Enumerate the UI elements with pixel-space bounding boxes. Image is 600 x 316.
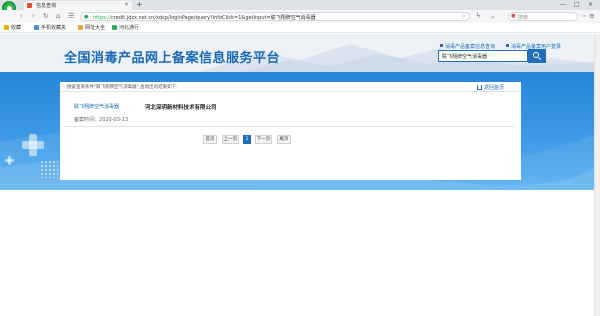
menu-icon[interactable]: ≡ <box>589 12 595 21</box>
back-icon[interactable]: ‹ <box>20 11 23 21</box>
url-protocol: https:// <box>93 15 111 21</box>
maximize-icon[interactable]: □ <box>574 0 580 9</box>
forward-icon[interactable]: › <box>32 11 35 21</box>
back-home-link[interactable]: 返回首页 <box>477 84 504 91</box>
search-engine-icon: ● <box>511 13 516 19</box>
refresh-icon[interactable]: ↻ <box>43 11 49 21</box>
new-tab-icon[interactable]: + <box>136 0 143 10</box>
minimize-icon[interactable]: — <box>560 0 566 9</box>
result-product-name[interactable]: 联飞翔牌空气消毒器 <box>74 103 119 110</box>
result-company-name: 河北深玥新材料技术有限公司 <box>145 105 217 111</box>
folder-icon <box>112 25 117 30</box>
bookmark-sites[interactable]: 网址大全 <box>78 24 105 32</box>
page-prev-button[interactable]: 上一页 <box>222 135 239 144</box>
page-next-button[interactable]: 下一页 <box>255 135 272 144</box>
bookmark-star-icon[interactable]: ☆ <box>461 13 466 20</box>
search-placeholder: 搜索 <box>518 15 529 21</box>
lock-icon: ● <box>84 14 89 20</box>
url-field[interactable]: ● https://credit.jdzx.net.cn/xdcp/loginP… <box>80 12 470 21</box>
link-product-query[interactable]: 消毒产品备案信息查询 <box>440 43 495 50</box>
site-search-input[interactable]: 联飞翔牌空气消毒器 <box>438 50 528 62</box>
tab-title: 信息查询 <box>36 3 57 9</box>
browser-search-input[interactable]: ● 搜索 <box>508 12 578 21</box>
bookmark-mobile[interactable]: 手机收藏夹 <box>34 24 66 32</box>
extensions-icon[interactable]: ⋯ <box>581 12 588 21</box>
page-first-button[interactable]: 首页 <box>203 135 217 144</box>
tab-favicon-icon <box>27 3 32 8</box>
url-text: credit.jdzx.net.cn/xdcp/loginPage/query?… <box>110 15 316 21</box>
medical-cross-small-icon <box>5 156 14 165</box>
site-search-button[interactable] <box>528 49 546 63</box>
site-title: 全国消毒产品网上备案信息服务平台 <box>64 51 281 66</box>
close-window-icon[interactable]: ✕ <box>588 0 593 9</box>
result-date: 备案时间：2020-03-13 <box>74 116 128 123</box>
dot-pattern <box>40 160 58 178</box>
medical-cross-icon <box>22 134 44 156</box>
dropdown-icon[interactable]: ⌄ <box>490 11 496 21</box>
home-icon <box>477 85 482 90</box>
mobile-icon <box>34 25 39 30</box>
search-notice: 搜索查询条件"联飞翔牌空气消毒器",查询出的结果如下: <box>67 85 178 90</box>
divider <box>64 126 514 127</box>
page-last-button[interactable]: 尾页 <box>277 135 291 144</box>
page-scrollbar[interactable] <box>594 34 600 316</box>
home-icon[interactable]: ⌂ <box>56 11 60 21</box>
date-label: 备案时间： <box>74 117 100 123</box>
sites-icon <box>78 25 83 30</box>
bookmark-hebei[interactable]: 河北通行 <box>112 24 139 32</box>
tab-close-icon[interactable]: × <box>124 1 129 8</box>
star-icon <box>4 25 9 30</box>
bullet-icon <box>506 44 509 47</box>
browser-tab[interactable]: 信息查询 × <box>24 1 132 10</box>
bullet-icon <box>440 44 443 47</box>
bookmark-favorites[interactable]: 收藏 <box>4 24 21 32</box>
date-value: 2020-03-13 <box>99 117 129 123</box>
page-current[interactable]: 1 <box>243 135 251 144</box>
lightning-icon[interactable]: ϟ <box>476 11 481 21</box>
history-icon[interactable]: ☰ <box>68 11 74 21</box>
results-panel <box>60 82 521 180</box>
